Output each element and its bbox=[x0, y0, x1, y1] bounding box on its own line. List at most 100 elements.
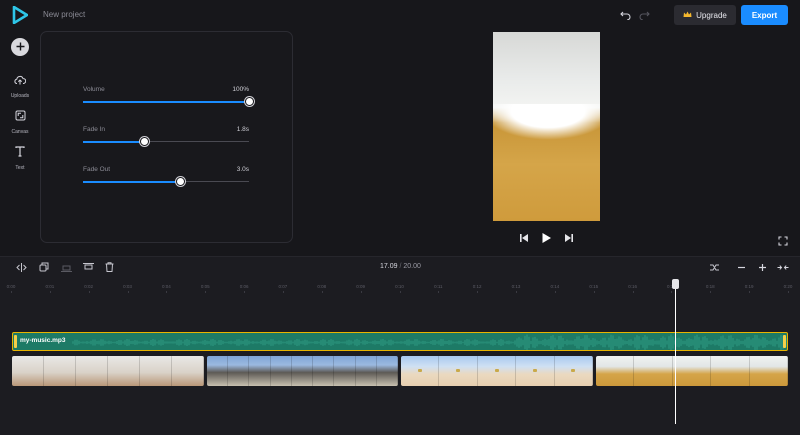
ruler-tick bbox=[516, 291, 518, 293]
text-icon bbox=[15, 144, 25, 162]
ruler-tick-label: 0:02 bbox=[84, 284, 94, 289]
preview-image bbox=[493, 104, 600, 140]
clip-thumbnail bbox=[401, 356, 440, 386]
delete-icon[interactable] bbox=[101, 260, 117, 274]
volume-control: Volume 100% bbox=[83, 86, 254, 116]
sidebar-item-label: Uploads bbox=[10, 93, 30, 99]
clip-thumbnail bbox=[355, 356, 377, 386]
zoom-in-icon[interactable] bbox=[754, 260, 770, 274]
clip-thumbnail bbox=[291, 356, 314, 386]
fade-out-control: Fade Out 3.0s bbox=[83, 166, 249, 196]
video-preview[interactable] bbox=[493, 32, 600, 221]
ruler-tick bbox=[282, 291, 284, 293]
ruler-tick-label: 0:19 bbox=[744, 284, 754, 289]
sidebar-item-canvas[interactable]: Canvas bbox=[5, 108, 35, 135]
audio-waveform bbox=[72, 334, 787, 350]
clip-thumbnail bbox=[477, 356, 517, 386]
fit-timeline-icon[interactable] bbox=[775, 260, 791, 274]
add-media-button[interactable] bbox=[11, 38, 29, 56]
clip-thumbnail bbox=[634, 356, 673, 386]
plus-icon bbox=[16, 38, 25, 56]
clip-thumbnail bbox=[44, 356, 76, 386]
clip-thumbnail bbox=[76, 356, 108, 386]
clip-thumbnail bbox=[749, 356, 788, 386]
ruler-tick bbox=[360, 291, 362, 293]
resize-icon bbox=[15, 108, 26, 126]
clip-thumbnail bbox=[12, 356, 44, 386]
playhead[interactable] bbox=[675, 288, 676, 424]
ruler-tick-label: 0:12 bbox=[472, 284, 482, 289]
timeline-ruler[interactable]: 0:00 0:01 0:02 0:03 0:04 0:05 0:06 0:07 0:08 0:09… bbox=[0, 281, 800, 293]
play-icon[interactable] bbox=[540, 232, 552, 244]
volume-slider-fill bbox=[83, 100, 249, 103]
clip-thumbnail bbox=[672, 356, 712, 386]
audio-clip-handle-left[interactable] bbox=[14, 335, 17, 348]
video-clip[interactable] bbox=[207, 356, 398, 386]
undo-icon[interactable] bbox=[618, 8, 632, 22]
video-clip[interactable] bbox=[596, 356, 788, 386]
upgrade-button[interactable]: Upgrade bbox=[674, 5, 736, 25]
ruler-tick bbox=[477, 291, 479, 293]
total-time: 20.00 bbox=[403, 263, 421, 270]
project-title[interactable]: New project bbox=[43, 10, 85, 19]
time-readout: 17.09 / 20.00 bbox=[380, 263, 421, 270]
ruler-tick bbox=[205, 291, 207, 293]
clip-thumbnail bbox=[249, 356, 271, 386]
audio-clip-name: my-music.mp3 bbox=[20, 337, 66, 344]
align-top-icon[interactable] bbox=[80, 260, 96, 274]
skip-back-icon[interactable] bbox=[518, 232, 530, 244]
ruler-tick-label: 0:04 bbox=[162, 284, 171, 289]
skip-forward-icon[interactable] bbox=[563, 232, 575, 244]
clip-thumbnail bbox=[207, 356, 229, 386]
audio-clip-handle-right[interactable] bbox=[783, 335, 786, 348]
clip-thumbnail bbox=[334, 356, 356, 386]
ruler-tick-label: 0:07 bbox=[278, 284, 288, 289]
ruler-tick-label: 0:06 bbox=[239, 284, 249, 289]
ruler-tick bbox=[554, 291, 556, 293]
ruler-tick-label: 0:15 bbox=[589, 284, 599, 289]
sidebar-item-uploads[interactable]: Uploads bbox=[5, 72, 35, 99]
time-separator: / bbox=[399, 263, 402, 270]
export-button[interactable]: Export bbox=[741, 5, 788, 25]
fade-in-value: 1.8s bbox=[236, 126, 249, 133]
playhead-handle[interactable] bbox=[672, 279, 679, 289]
duplicate-icon[interactable] bbox=[36, 260, 52, 274]
snap-icon[interactable] bbox=[706, 260, 722, 274]
split-icon[interactable] bbox=[13, 260, 29, 274]
align-bottom-icon[interactable] bbox=[58, 260, 74, 274]
ruler-tick bbox=[166, 291, 168, 293]
app-logo-icon[interactable] bbox=[12, 5, 29, 25]
sidebar-item-label: Text bbox=[15, 165, 25, 171]
ruler-tick-label: 0:00 bbox=[6, 284, 16, 289]
clip-thumbnail bbox=[554, 356, 593, 386]
sidebar-item-text[interactable]: Text bbox=[5, 144, 35, 171]
clip-thumbnail bbox=[108, 356, 140, 386]
fade-in-slider-thumb[interactable] bbox=[139, 137, 149, 146]
audio-clip[interactable]: my-music.mp3 bbox=[12, 332, 788, 351]
clip-thumbnail bbox=[516, 356, 555, 386]
clip-thumbnail bbox=[270, 356, 292, 386]
ruler-tick-label: 0:01 bbox=[45, 284, 55, 289]
zoom-out-icon[interactable] bbox=[733, 260, 749, 274]
ruler-tick-label: 0:14 bbox=[550, 284, 560, 289]
clip-thumbnail bbox=[313, 356, 335, 386]
upgrade-label: Upgrade bbox=[696, 10, 727, 20]
ruler-tick-label: 0:03 bbox=[123, 284, 132, 289]
clip-thumbnail bbox=[172, 356, 204, 386]
video-clip[interactable] bbox=[12, 356, 204, 386]
ruler-tick bbox=[88, 291, 90, 293]
fullscreen-icon[interactable] bbox=[778, 233, 788, 246]
crown-icon bbox=[683, 11, 692, 20]
clip-thumbnail bbox=[711, 356, 750, 386]
fade-out-slider-fill bbox=[83, 180, 181, 183]
ruler-tick-label: 0:10 bbox=[395, 284, 404, 289]
ruler-tick-label: 0:05 bbox=[200, 284, 210, 289]
volume-slider-thumb[interactable] bbox=[244, 97, 254, 106]
redo-icon[interactable] bbox=[637, 8, 651, 22]
clip-thumbnail bbox=[376, 356, 398, 386]
volume-label: Volume bbox=[83, 86, 105, 93]
ruler-tick bbox=[593, 291, 595, 293]
video-clip[interactable] bbox=[401, 356, 593, 386]
fade-out-slider-thumb[interactable] bbox=[176, 177, 186, 186]
ruler-tick bbox=[399, 291, 401, 293]
